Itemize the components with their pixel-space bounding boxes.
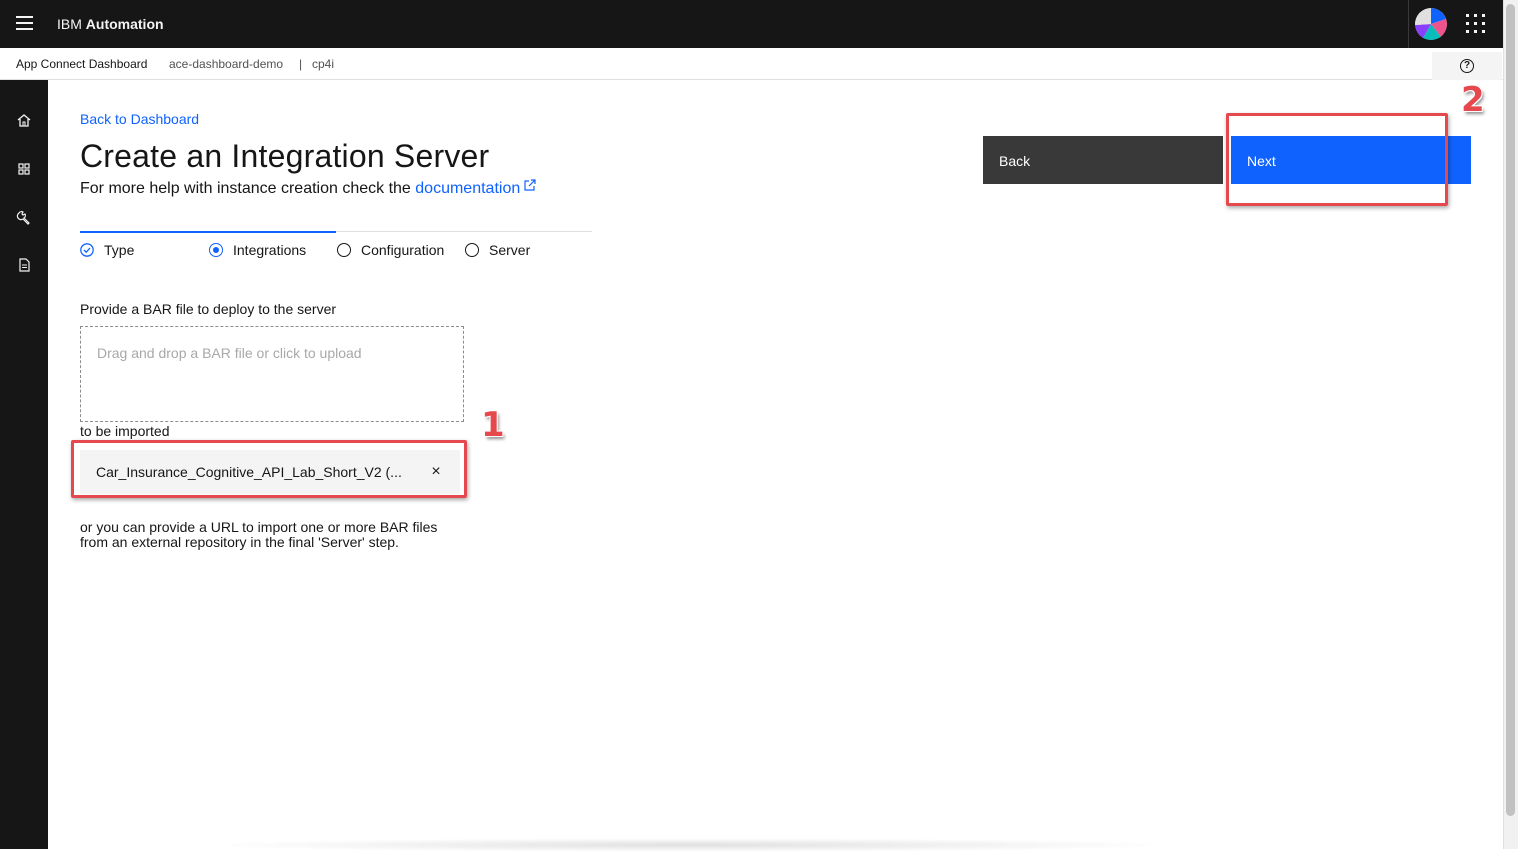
back-to-dashboard-link[interactable]: Back to Dashboard [80,111,199,127]
external-link-icon[interactable] [523,178,537,192]
breadcrumb-separator: | [299,57,303,71]
back-button[interactable]: Back [983,136,1223,184]
subtitle-text: For more help with instance creation che… [80,180,411,197]
instance-name: ace-dashboard-demo [169,57,284,71]
bar-file-label: Provide a BAR file to deploy to the serv… [80,301,337,317]
file-name: Car_Insurance_Cognitive_API_Lab_Short_V2… [96,464,402,480]
step-label: Type [104,242,135,258]
header-divider [1408,0,1409,48]
step-progress-bar [80,231,336,233]
page-subtitle: For more help with instance creation che… [80,178,537,198]
breadcrumb: App Connect Dashboard ace-dashboard-demo… [0,48,1503,80]
url-note-line: from an external repository in the final… [80,534,399,550]
help-button[interactable]: ? [1432,52,1502,80]
step-label: Integrations [233,242,307,258]
scrollbar-thumb[interactable] [1506,4,1515,816]
brand-name[interactable]: IBM Automation [57,16,164,32]
url-note-line: or you can provide a URL to import one o… [80,519,438,535]
dashboard-icon[interactable] [14,159,34,179]
current-step-icon [209,243,223,257]
page-title: Create an Integration Server [80,138,490,174]
namespace-name: cp4i [312,57,335,71]
side-nav [0,80,48,849]
brand-prefix: IBM [57,16,82,32]
step-label: Server [489,242,531,258]
brand-product: Automation [85,16,164,32]
dropzone-text: Drag and drop a BAR file or click to upl… [97,345,362,361]
next-button[interactable]: Next [1231,136,1471,184]
callout-number-2: 2 [1461,80,1485,120]
bar-file-dropzone[interactable]: Drag and drop a BAR file or click to upl… [80,326,464,422]
document-icon[interactable] [14,255,34,275]
tools-icon[interactable] [14,207,34,227]
incomplete-step-icon [465,243,479,257]
step-configuration[interactable]: Configuration [337,242,444,258]
progress-indicator: Type Integrations Configuration Server [80,231,592,267]
app-name[interactable]: App Connect Dashboard [16,57,147,71]
app-switcher-icon[interactable] [1466,14,1488,36]
step-integrations[interactable]: Integrations [209,242,306,258]
to-be-imported-label: to be imported [80,423,170,439]
page-bottom-shadow [200,838,1180,852]
step-label: Configuration [361,242,445,258]
home-icon[interactable] [14,111,34,131]
close-icon[interactable]: × [426,462,446,482]
user-avatar-icon[interactable] [1415,8,1447,40]
callout-number-1: 1 [481,405,505,445]
top-header: IBM Automation [0,0,1503,48]
help-icon: ? [1460,59,1474,73]
uploaded-file-item: Car_Insurance_Cognitive_API_Lab_Short_V2… [80,450,460,494]
step-type[interactable]: Type [80,242,134,258]
url-import-note: or you can provide a URL to import one o… [80,520,500,550]
step-server[interactable]: Server [465,242,530,258]
incomplete-step-icon [337,243,351,257]
checkmark-circle-icon [80,243,94,257]
hamburger-menu-icon[interactable] [16,16,33,32]
documentation-link[interactable]: documentation [415,180,520,197]
